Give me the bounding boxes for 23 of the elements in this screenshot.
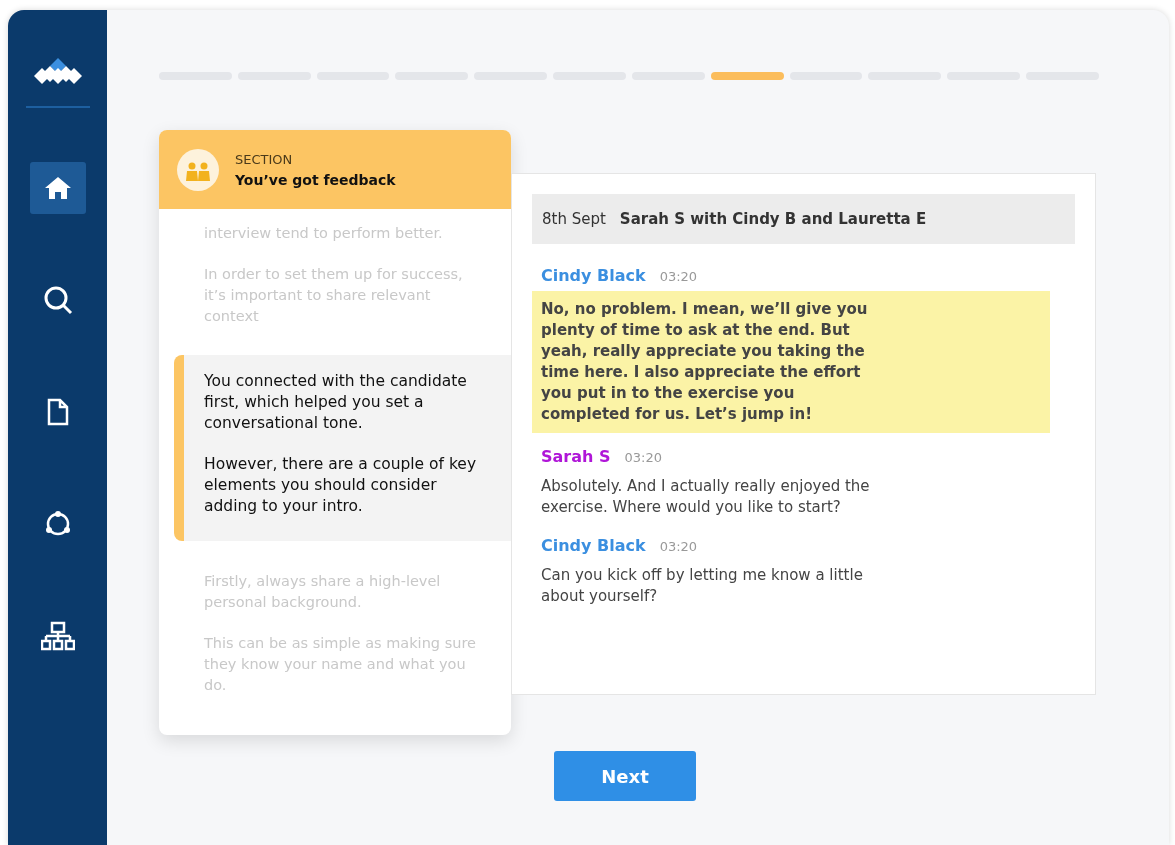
section-label: SECTION — [235, 151, 294, 167]
hierarchy-icon — [40, 621, 75, 651]
transcript-date: 8th Sept — [542, 210, 606, 228]
logo-icon — [33, 58, 82, 84]
speaker-name: Cindy Black — [541, 536, 646, 555]
transcript-title: Sarah S with Cindy B and Lauretta E — [619, 210, 927, 228]
speaker-name: Cindy Black — [541, 266, 646, 285]
people-icon — [177, 148, 219, 191]
message-time: 03:20 — [624, 450, 662, 465]
message-text: Can you kick off by letting me know a little about yourself? — [540, 565, 864, 607]
feedback-title: You’ve got feedback — [235, 171, 396, 188]
feedback-paragraph: However, there are a couple of key elements you should consider adding to your intro. — [204, 454, 478, 517]
search-icon — [42, 285, 73, 315]
home-icon — [43, 175, 72, 201]
feedback-paragraph: You connected with the candidate first, which helped you set a conversational tone. — [204, 371, 468, 434]
message-time: 03:20 — [659, 539, 698, 554]
next-button[interactable]: Next — [554, 751, 696, 801]
message-text: Absolutely. And I actually really enjoyed the exercise. Where would you like to start? — [540, 476, 871, 518]
document-icon — [46, 398, 69, 426]
nav-home-button[interactable] — [29, 162, 86, 214]
speaker-name: Sarah S — [541, 447, 611, 466]
highlighted-message: No, no problem. I mean, we’ll give you plenty of time to ask at the end. But yeah, really appreciate you taking the time here. I also appreciate the effort you put in to the exercise you completed for us. Let’s jump in! — [532, 291, 1050, 433]
message-time: 03:20 — [659, 269, 698, 284]
